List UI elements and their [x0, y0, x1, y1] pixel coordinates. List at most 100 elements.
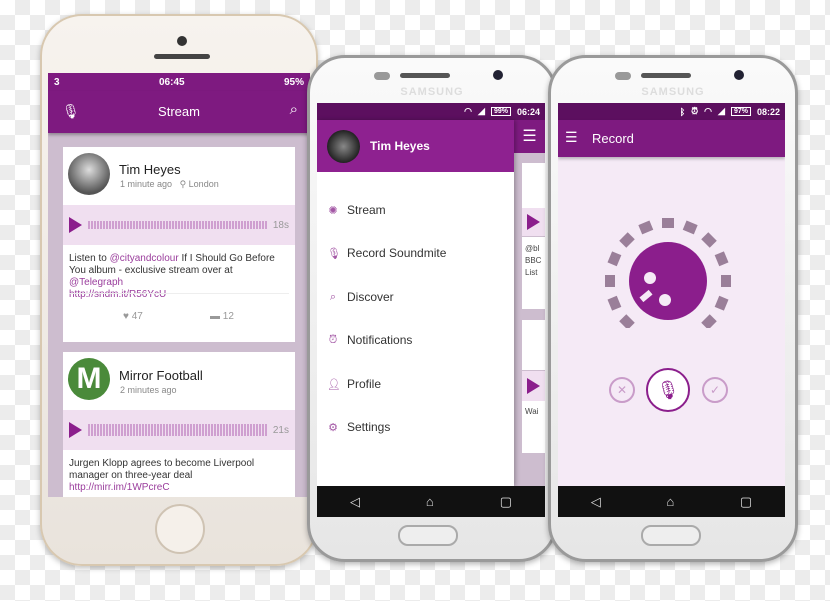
dial-tick [607, 295, 622, 311]
status-bar: 3 06:45 95% [48, 73, 310, 91]
search-icon[interactable]: ⌕ [290, 101, 298, 118]
front-camera [493, 70, 503, 80]
dial-tick [607, 251, 622, 267]
post-link[interactable]: http://sndm.it/R56YcU [69, 289, 166, 300]
search-icon: ⌕ [329, 290, 337, 303]
background-text: @bl BBC List [522, 237, 545, 309]
post-link[interactable]: http://mirr.im/1WPcreC [69, 482, 170, 493]
user-name: Tim Heyes [370, 139, 430, 153]
back-icon[interactable]: ◁ [350, 494, 360, 510]
drawer-header: Tim Heyes [317, 120, 514, 172]
hamburger-menu-icon[interactable]: ☰ [565, 129, 578, 146]
audio-player[interactable]: 21s [63, 410, 295, 450]
discard-button[interactable]: ✕ [609, 377, 635, 403]
bluetooth-icon: ᛒ [679, 106, 686, 117]
app-bar: ☰ Record [558, 120, 785, 157]
dial-tick [619, 232, 635, 248]
post-location: London [188, 179, 219, 189]
earpiece [641, 73, 691, 78]
comment-count: 12 [222, 311, 234, 322]
signal-icon: ◢ [478, 106, 485, 116]
alarm-icon: ⏰︎ [691, 106, 699, 116]
earpiece [154, 54, 210, 59]
earpiece [400, 73, 450, 78]
dial-tick [682, 220, 698, 235]
sensors [615, 72, 631, 80]
menu-item-record[interactable]: 🎙︎ Record Soundmite [327, 246, 446, 260]
confirm-button[interactable]: ✓ [702, 377, 728, 403]
gear-icon: ⚙ [328, 421, 338, 434]
post-card[interactable]: Tim Heyes 1 minute ago ⚲ London 18s List… [63, 147, 295, 342]
close-icon: ✕ [616, 383, 628, 397]
home-icon[interactable]: ⌂ [666, 494, 674, 509]
front-camera [177, 36, 187, 46]
like-count: 47 [131, 311, 143, 322]
menu-item-notifications[interactable]: ⏰︎ Notifications [327, 333, 413, 347]
carrier: 3 [54, 76, 60, 88]
wifi-icon: ◠ [464, 106, 473, 116]
post-card[interactable]: M Mirror Football 2 minutes ago 21s Jurg… [63, 352, 295, 497]
background-player [522, 371, 545, 401]
dial-tick [619, 314, 635, 328]
app-bar: 🎙︎ Stream ⌕ [48, 91, 310, 133]
menu-item-discover[interactable]: ⌕ Discover [327, 290, 394, 304]
play-icon[interactable] [69, 217, 82, 233]
android-nav-bar: ◁ ⌂ ▢ [558, 486, 785, 517]
signal-icon: ◢ [718, 106, 725, 116]
duration: 18s [272, 219, 289, 231]
dial-tick [638, 220, 654, 235]
play-icon[interactable] [69, 422, 82, 438]
mic-icon: 🎙︎ [656, 380, 680, 400]
mic-icon: 🎙︎ [327, 247, 341, 260]
battery: 95% [283, 76, 304, 88]
hamburger-menu-icon[interactable]: ☰ [514, 120, 545, 153]
samsung1-screen: ◠ ◢ 99% 06:24 ☰ @bl BBC List Wai Tim Heyes … [317, 103, 545, 517]
audio-player[interactable]: 18s [63, 205, 295, 245]
dial-tick [605, 275, 615, 287]
home-button[interactable] [155, 504, 205, 554]
clock: 06:45 [158, 76, 185, 88]
post-author[interactable]: Tim Heyes [119, 162, 181, 177]
mention-link[interactable]: @cityandcolour [110, 253, 179, 264]
comment-button[interactable]: ▬ 12 [210, 311, 234, 322]
clock: 06:24 [516, 106, 540, 117]
post-author[interactable]: Mirror Football [119, 368, 203, 383]
home-button[interactable] [641, 525, 701, 546]
post-time: 1 minute ago [120, 179, 173, 189]
home-button[interactable] [398, 525, 458, 546]
waveform[interactable] [88, 424, 267, 436]
brand-logo: SAMSUNG [400, 86, 464, 98]
comment-icon: ▬ [210, 311, 220, 322]
dial-tick [701, 232, 717, 248]
heart-icon: ♥ [123, 311, 129, 322]
sensors [374, 72, 390, 80]
dial-tick [721, 275, 731, 287]
status-bar: ◠ ◢ 99% 06:24 [317, 103, 545, 120]
recents-icon[interactable]: ▢ [740, 494, 752, 510]
wifi-icon: ◠ [704, 106, 713, 116]
battery: 97% [730, 107, 751, 116]
menu-item-settings[interactable]: ⚙ Settings [327, 420, 390, 434]
post-text: Listen to @cityandcolour If I Should Go … [69, 253, 275, 300]
menu-item-profile[interactable]: 👤︎ Profile [327, 377, 381, 391]
clock: 08:22 [756, 106, 780, 117]
back-icon[interactable]: ◁ [591, 494, 601, 510]
battery: 99% [490, 107, 511, 116]
waveform[interactable] [88, 221, 267, 229]
page-title: Record [592, 131, 634, 146]
recording-level-dial [605, 218, 731, 328]
dial-knob[interactable] [629, 242, 707, 320]
divider [69, 293, 289, 294]
like-button[interactable]: ♥ 47 [123, 311, 143, 322]
record-button[interactable]: 🎙︎ [646, 368, 690, 412]
dial-tick [714, 295, 729, 311]
home-icon[interactable]: ⌂ [426, 494, 434, 509]
menu-item-stream[interactable]: ✺ Stream [327, 203, 385, 217]
mention-link[interactable]: @Telegraph [69, 277, 123, 288]
dial-tick [714, 251, 729, 267]
post-text: Jurgen Klopp agrees to become Liverpool … [69, 458, 255, 493]
dial-tick [701, 314, 717, 328]
recents-icon[interactable]: ▢ [500, 494, 512, 510]
avatar [327, 130, 360, 163]
android-nav-bar: ◁ ⌂ ▢ [317, 486, 545, 517]
